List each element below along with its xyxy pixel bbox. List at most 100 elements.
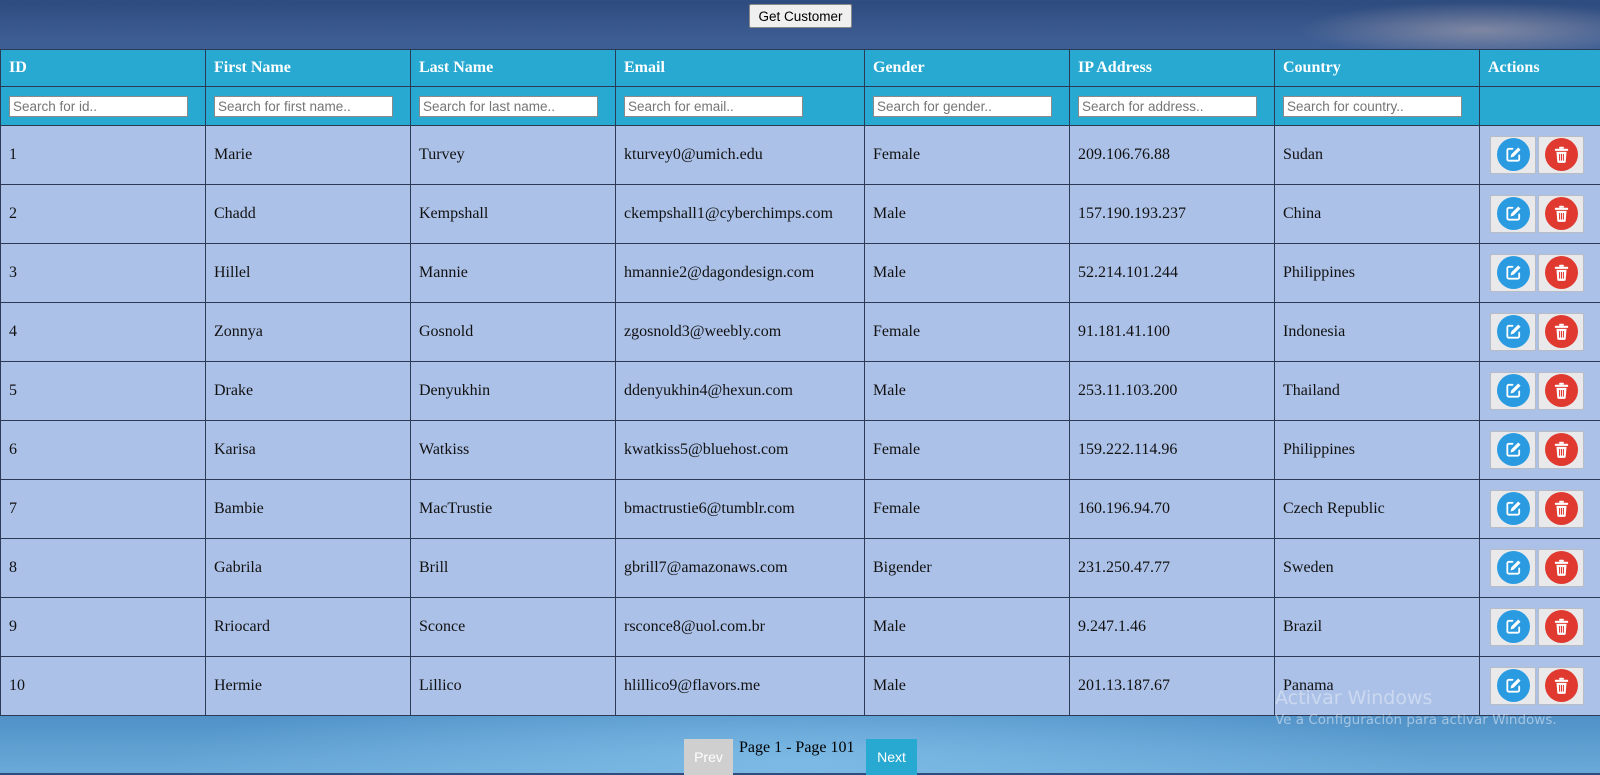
cell-country: Sweden [1275, 539, 1480, 598]
header-row: ID First Name Last Name Email Gender IP … [1, 50, 1600, 87]
cell-id: 5 [1, 362, 206, 421]
table-row: 8GabrilaBrillgbrill7@amazonaws.comBigend… [1, 539, 1600, 598]
cell-gender: Female [865, 303, 1070, 362]
delete-button[interactable] [1538, 667, 1584, 705]
cell-last-name: Watkiss [411, 421, 616, 480]
cell-ip-address: 157.190.193.237 [1070, 185, 1275, 244]
cell-email: ddenyukhin4@hexun.com [616, 362, 865, 421]
cell-last-name: Denyukhin [411, 362, 616, 421]
delete-button[interactable] [1538, 549, 1584, 587]
trash-icon [1545, 669, 1578, 702]
cell-id: 8 [1, 539, 206, 598]
edit-button[interactable] [1490, 313, 1536, 351]
cell-gender: Male [865, 244, 1070, 303]
edit-button[interactable] [1490, 490, 1536, 528]
search-id-input[interactable] [9, 96, 188, 117]
get-customer-button[interactable]: Get Customer [749, 4, 852, 28]
edit-button[interactable] [1490, 136, 1536, 174]
edit-icon [1497, 610, 1530, 643]
search-last-name-input[interactable] [419, 96, 598, 117]
table-row: 10HermieLillicohlillico9@flavors.meMale2… [1, 657, 1600, 716]
delete-button[interactable] [1538, 372, 1584, 410]
search-gender-input[interactable] [873, 96, 1052, 117]
delete-button[interactable] [1538, 313, 1584, 351]
delete-button[interactable] [1538, 136, 1584, 174]
column-header-id: ID [1, 50, 206, 87]
column-header-email: Email [616, 50, 865, 87]
trash-icon [1545, 551, 1578, 584]
cell-last-name: Gosnold [411, 303, 616, 362]
table-row: 4ZonnyaGosnoldzgosnold3@weebly.comFemale… [1, 303, 1600, 362]
trash-icon [1545, 315, 1578, 348]
cell-id: 10 [1, 657, 206, 716]
cell-gender: Male [865, 362, 1070, 421]
search-first-name-input[interactable] [214, 96, 393, 117]
delete-button[interactable] [1538, 490, 1584, 528]
filter-row [1, 87, 1600, 126]
cell-first-name: Drake [206, 362, 411, 421]
trash-icon [1545, 433, 1578, 466]
customer-table: ID First Name Last Name Email Gender IP … [0, 49, 1600, 716]
edit-button[interactable] [1490, 372, 1536, 410]
edit-button[interactable] [1490, 431, 1536, 469]
cell-first-name: Bambie [206, 480, 411, 539]
column-header-gender: Gender [865, 50, 1070, 87]
cell-last-name: MacTrustie [411, 480, 616, 539]
cell-email: rsconce8@uol.com.br [616, 598, 865, 657]
cell-id: 6 [1, 421, 206, 480]
cell-country: China [1275, 185, 1480, 244]
cell-ip-address: 160.196.94.70 [1070, 480, 1275, 539]
cell-gender: Male [865, 185, 1070, 244]
cell-first-name: Zonnya [206, 303, 411, 362]
edit-button[interactable] [1490, 254, 1536, 292]
cell-email: kwatkiss5@bluehost.com [616, 421, 865, 480]
cell-actions [1480, 244, 1600, 303]
trash-icon [1545, 138, 1578, 171]
edit-button[interactable] [1490, 608, 1536, 646]
cell-country: Sudan [1275, 126, 1480, 185]
cell-actions [1480, 539, 1600, 598]
search-country-input[interactable] [1283, 96, 1462, 117]
trash-icon [1545, 374, 1578, 407]
delete-button[interactable] [1538, 431, 1584, 469]
cell-last-name: Brill [411, 539, 616, 598]
trash-icon [1545, 610, 1578, 643]
cell-last-name: Lillico [411, 657, 616, 716]
edit-button[interactable] [1490, 667, 1536, 705]
next-button[interactable]: Next [866, 739, 917, 775]
edit-button[interactable] [1490, 549, 1536, 587]
delete-button[interactable] [1538, 608, 1584, 646]
edit-icon [1497, 433, 1530, 466]
cell-gender: Female [865, 421, 1070, 480]
cell-actions [1480, 598, 1600, 657]
cell-gender: Female [865, 126, 1070, 185]
edit-icon [1497, 315, 1530, 348]
cell-first-name: Karisa [206, 421, 411, 480]
delete-button[interactable] [1538, 195, 1584, 233]
cell-actions [1480, 126, 1600, 185]
cell-email: gbrill7@amazonaws.com [616, 539, 865, 598]
trash-icon [1545, 256, 1578, 289]
search-ip-address-input[interactable] [1078, 96, 1257, 117]
edit-button[interactable] [1490, 195, 1536, 233]
search-email-input[interactable] [624, 96, 803, 117]
cell-first-name: Hermie [206, 657, 411, 716]
cell-ip-address: 52.214.101.244 [1070, 244, 1275, 303]
cell-gender: Female [865, 480, 1070, 539]
cell-id: 3 [1, 244, 206, 303]
cell-ip-address: 9.247.1.46 [1070, 598, 1275, 657]
trash-icon [1545, 197, 1578, 230]
column-header-actions: Actions [1480, 50, 1600, 87]
edit-icon [1497, 138, 1530, 171]
cell-gender: Bigender [865, 539, 1070, 598]
cell-gender: Male [865, 657, 1070, 716]
prev-button[interactable]: Prev [684, 739, 733, 775]
delete-button[interactable] [1538, 254, 1584, 292]
pagination: Prev Page 1 - Page 101 Next [0, 737, 1600, 773]
table-row: 5DrakeDenyukhinddenyukhin4@hexun.comMale… [1, 362, 1600, 421]
cell-email: hlillico9@flavors.me [616, 657, 865, 716]
cell-country: Thailand [1275, 362, 1480, 421]
cell-email: hmannie2@dagondesign.com [616, 244, 865, 303]
edit-icon [1497, 374, 1530, 407]
cell-country: Brazil [1275, 598, 1480, 657]
